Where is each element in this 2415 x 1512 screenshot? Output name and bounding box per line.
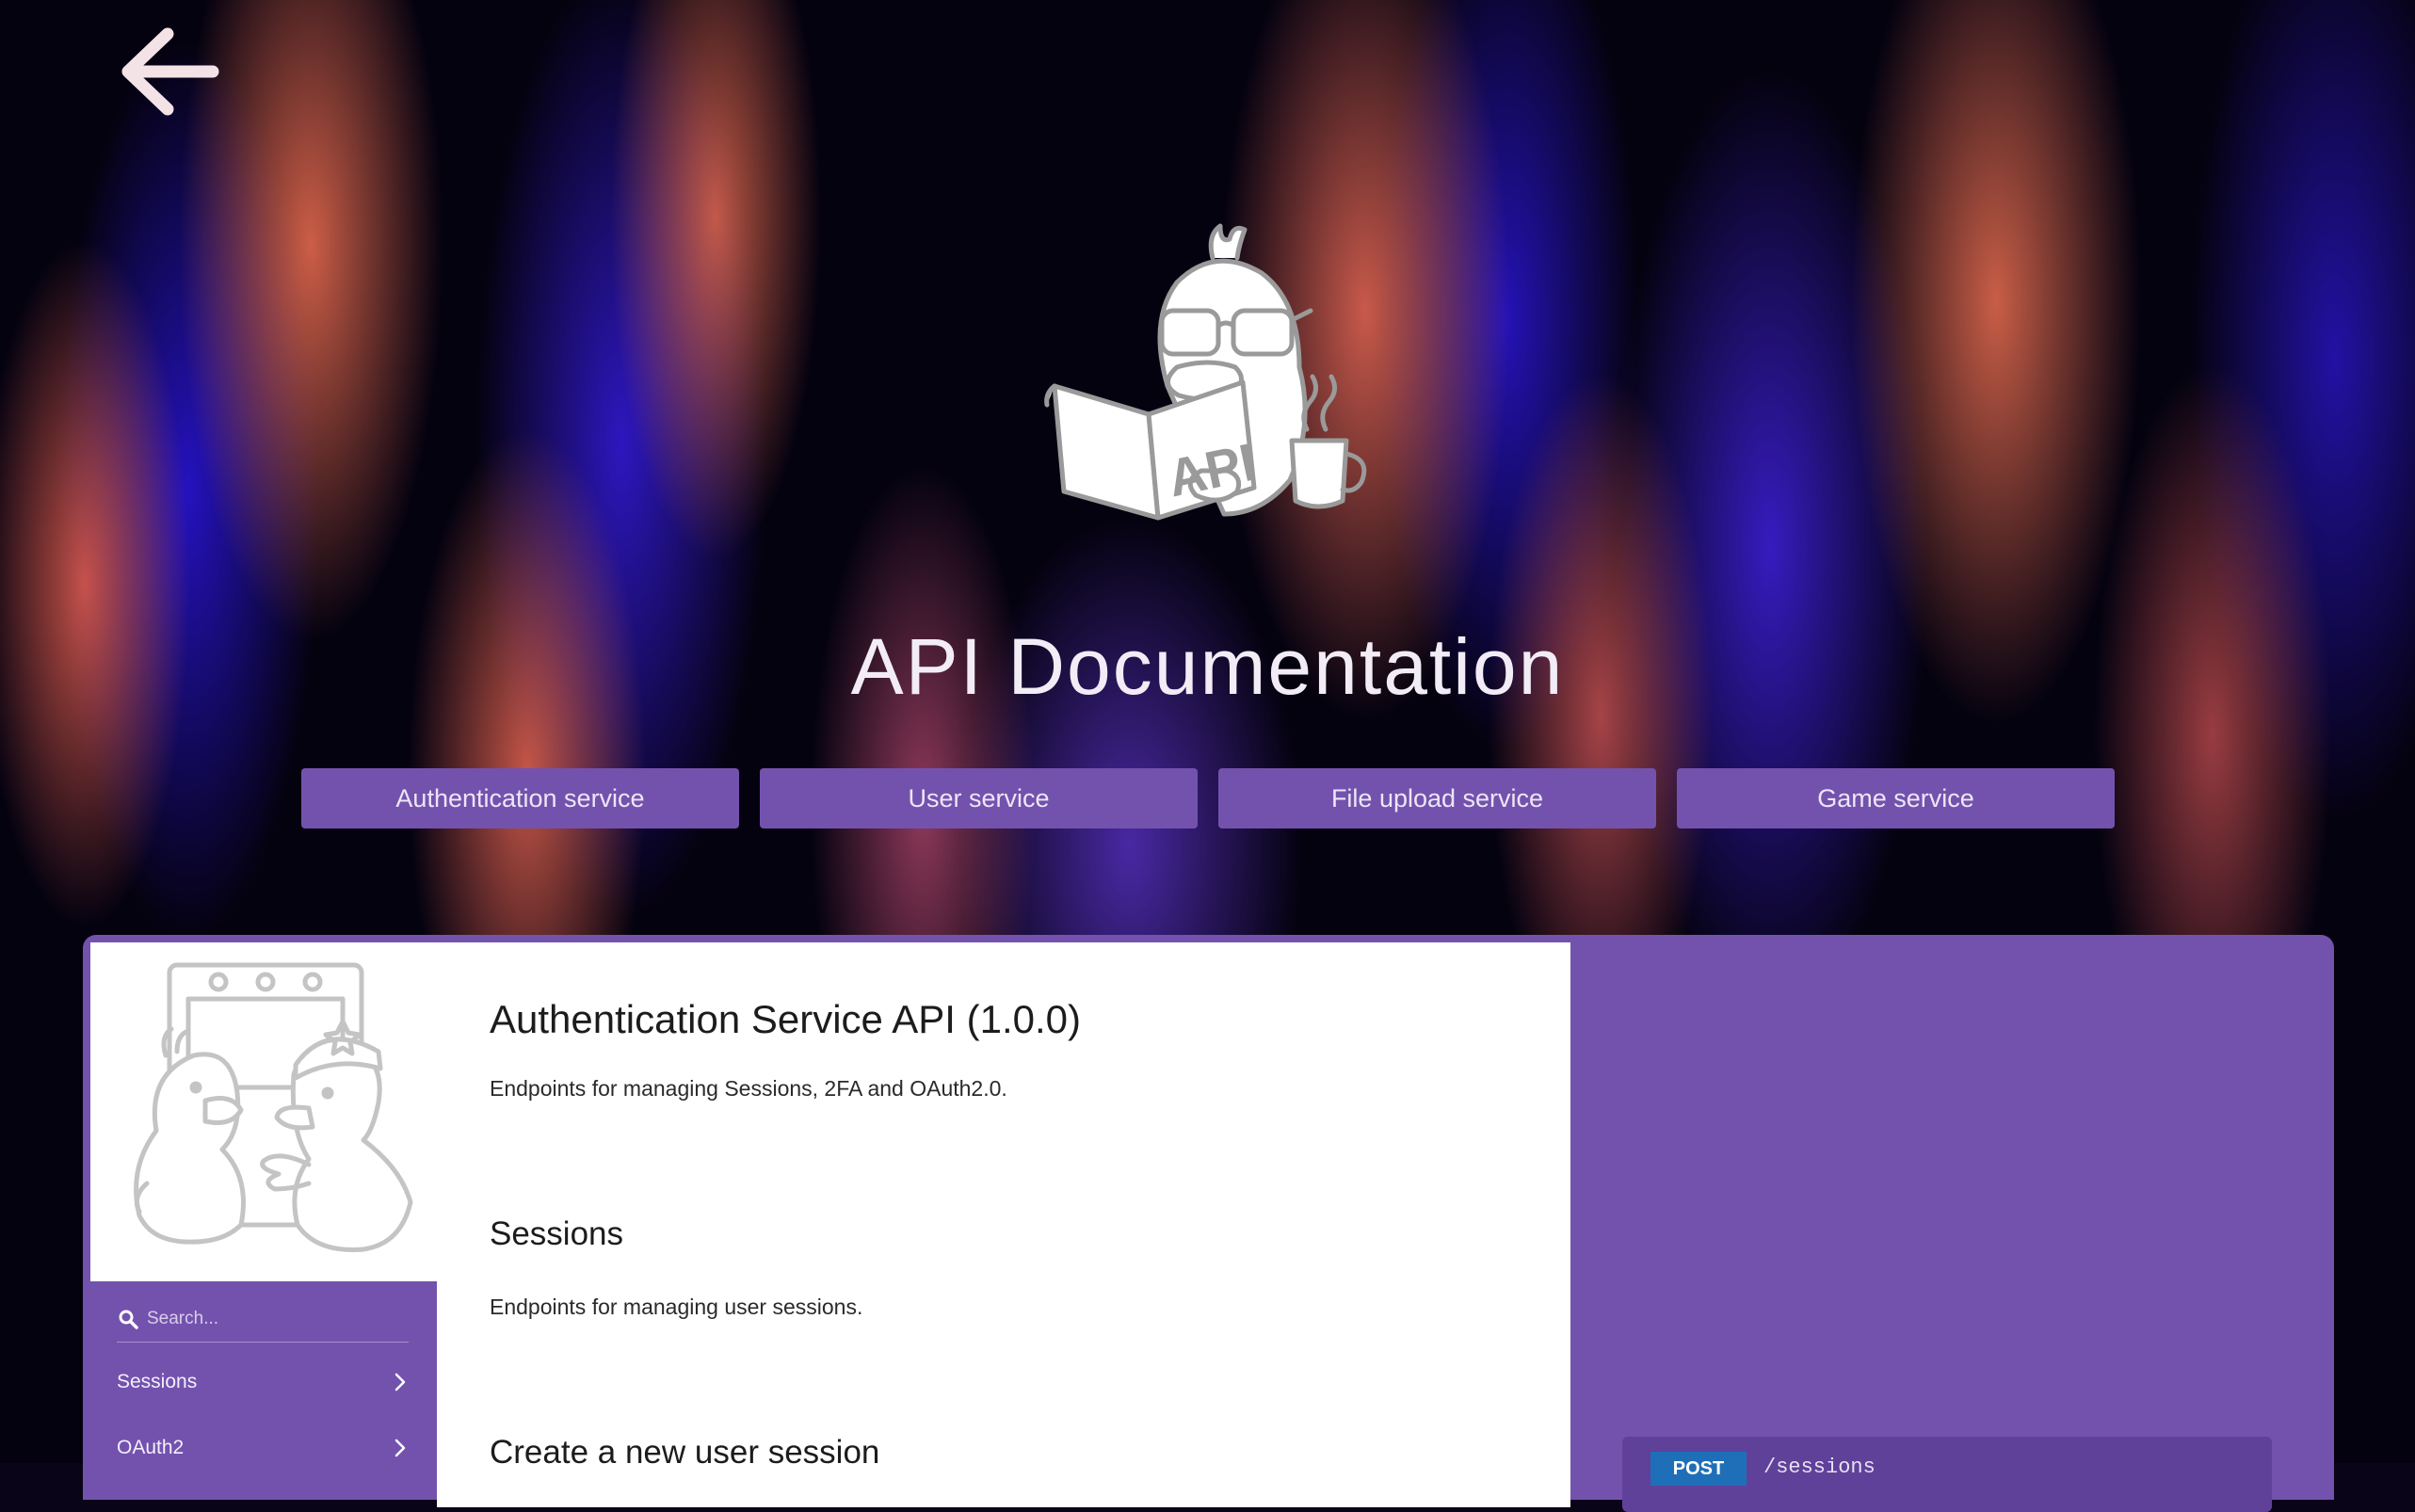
- back-arrow-icon[interactable]: [121, 26, 220, 117]
- reading-duck-mascot-icon: API: [1036, 217, 1384, 537]
- section-description: Endpoints for managing user sessions.: [490, 1295, 863, 1319]
- search-icon: [119, 1310, 138, 1329]
- tab-user-service[interactable]: User service: [760, 768, 1198, 828]
- section-title: Sessions: [490, 1215, 624, 1252]
- chevron-right-icon: [394, 1373, 406, 1391]
- duck-security-logo-icon: [90, 942, 437, 1281]
- api-description: Endpoints for managing Sessions, 2FA and…: [490, 1076, 1007, 1101]
- sidebar-item-oauth2[interactable]: OAuth2: [117, 1424, 409, 1472]
- docs-panel: Sessions OAuth2 Authentication Service A…: [83, 935, 2334, 1512]
- endpoint-path: /sessions: [1763, 1456, 1876, 1479]
- tab-authentication-service[interactable]: Authentication service: [301, 768, 739, 828]
- sidebar-item-label: Sessions: [117, 1371, 198, 1392]
- search-bar: [117, 1296, 409, 1343]
- search-input[interactable]: [145, 1308, 403, 1330]
- api-title: Authentication Service API (1.0.0): [490, 997, 1082, 1041]
- docs-sidebar: Sessions OAuth2: [90, 942, 437, 1507]
- endpoint-title: Create a new user session: [490, 1434, 880, 1471]
- http-method-badge: POST: [1650, 1452, 1747, 1486]
- chevron-right-icon: [394, 1439, 406, 1457]
- tab-game-service[interactable]: Game service: [1677, 768, 2115, 828]
- endpoint-box[interactable]: POST /sessions: [1622, 1437, 2272, 1512]
- service-tabs: Authentication service User service File…: [301, 768, 2115, 828]
- tab-file-upload-service[interactable]: File upload service: [1218, 768, 1656, 828]
- code-samples-column: POST /sessions: [1570, 942, 2334, 1512]
- page-title: API Documentation: [850, 622, 1565, 711]
- sidebar-item-sessions[interactable]: Sessions: [117, 1359, 409, 1406]
- sidebar-item-label: OAuth2: [117, 1437, 185, 1458]
- docs-content: Authentication Service API (1.0.0) Endpo…: [437, 942, 1570, 1507]
